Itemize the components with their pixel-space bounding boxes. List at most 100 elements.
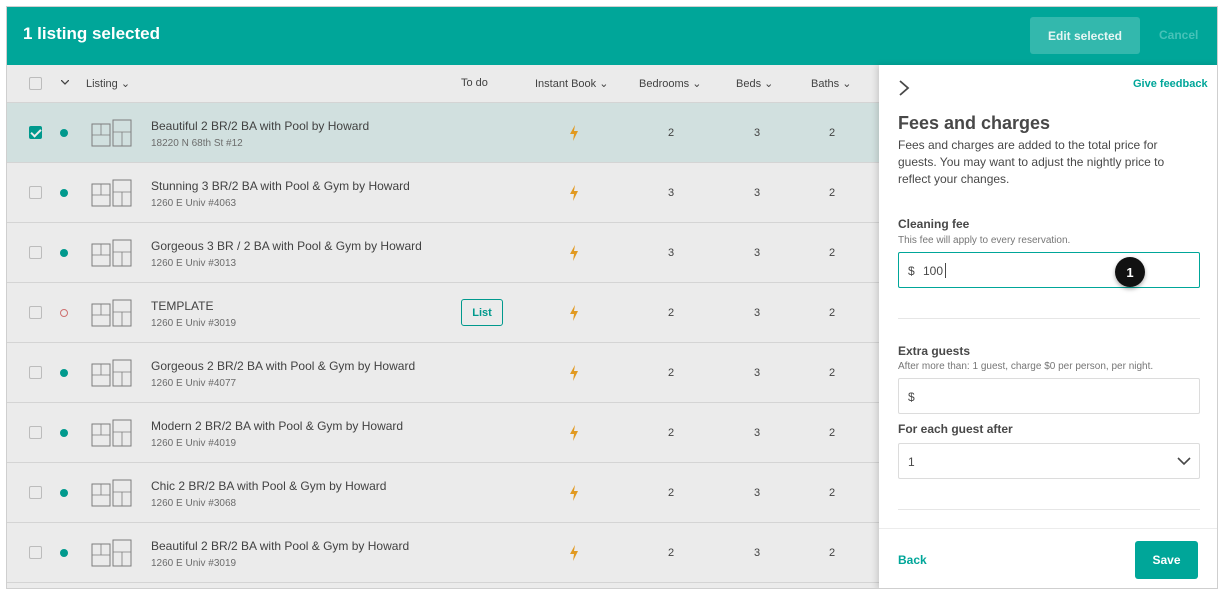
instant-book-bolt-icon: [570, 185, 578, 201]
table-row[interactable]: Beautiful 2 BR/2 BA with Pool by Howard 1…: [7, 103, 879, 163]
beds-value: 3: [753, 547, 761, 559]
listing-name[interactable]: Modern 2 BR/2 BA with Pool & Gym by Howa…: [151, 419, 403, 433]
select-all-checkbox[interactable]: [29, 77, 42, 90]
floorplan-thumbnail: [89, 178, 135, 210]
row-checkbox[interactable]: [29, 426, 42, 439]
floorplan-thumbnail: [89, 118, 135, 150]
panel-title: Fees and charges: [898, 113, 1051, 133]
baths-value: 2: [828, 547, 836, 559]
each-guest-after-label: For each guest after: [898, 422, 1013, 436]
cleaning-fee-input[interactable]: $ 100: [898, 252, 1200, 288]
back-button[interactable]: Back: [898, 553, 927, 567]
chevron-down-icon: [1177, 457, 1191, 466]
floorplan-thumbnail: [89, 538, 135, 570]
listing-name[interactable]: Beautiful 2 BR/2 BA with Pool & Gym by H…: [151, 539, 409, 553]
row-checkbox[interactable]: [29, 366, 42, 379]
row-checkbox[interactable]: [29, 546, 42, 559]
each-guest-after-select[interactable]: 1: [898, 443, 1200, 479]
floorplan-thumbnail: [89, 418, 135, 450]
baths-value: 2: [828, 127, 836, 139]
cleaning-fee-label: Cleaning fee: [898, 217, 970, 231]
table-row[interactable]: Chic 2 BR/2 BA with Pool & Gym by Howard…: [7, 463, 879, 523]
instant-book-bolt-icon: [570, 245, 578, 261]
listing-status-dot: [60, 429, 68, 437]
table-row[interactable]: Stunning 3 BR/2 BA with Pool & Gym by Ho…: [7, 163, 879, 223]
listing-name[interactable]: TEMPLATE: [151, 299, 213, 313]
table-header: Listing ⌄ To do Instant Book ⌄ Bedrooms …: [7, 65, 879, 103]
extra-guests-help: After more than: 1 guest, charge $0 per …: [898, 361, 1154, 372]
text-caret: [945, 263, 946, 278]
beds-value: 3: [753, 307, 761, 319]
table-row[interactable]: Gorgeous 2 BR/2 BA with Pool & Gym by Ho…: [7, 343, 879, 403]
edit-selected-button[interactable]: Edit selected: [1030, 17, 1140, 54]
baths-value: 2: [828, 307, 836, 319]
bedrooms-value: 2: [667, 127, 675, 139]
baths-value: 2: [828, 247, 836, 259]
floorplan-thumbnail: [89, 238, 135, 270]
bedrooms-value: 2: [667, 307, 675, 319]
instant-book-bolt-icon: [570, 365, 578, 381]
listing-name[interactable]: Chic 2 BR/2 BA with Pool & Gym by Howard: [151, 479, 386, 493]
chevron-down-icon[interactable]: [61, 80, 69, 86]
beds-value: 3: [753, 427, 761, 439]
selection-count-title: 1 listing selected: [23, 24, 160, 43]
beds-value: 3: [753, 187, 761, 199]
bedrooms-value: 3: [667, 187, 675, 199]
list-button[interactable]: List: [461, 299, 503, 326]
listing-name[interactable]: Gorgeous 3 BR / 2 BA with Pool & Gym by …: [151, 239, 422, 253]
table-row[interactable]: TEMPLATE 1260 E Univ #3019 List 2 3 2: [7, 283, 879, 343]
row-checkbox[interactable]: [29, 186, 42, 199]
listing-name[interactable]: Beautiful 2 BR/2 BA with Pool by Howard: [151, 119, 369, 133]
listing-status-dot: [60, 129, 68, 137]
instant-book-bolt-icon: [570, 485, 578, 501]
save-button[interactable]: Save: [1135, 541, 1198, 579]
listing-name[interactable]: Stunning 3 BR/2 BA with Pool & Gym by Ho…: [151, 179, 410, 193]
row-checkbox[interactable]: [29, 246, 42, 259]
row-checkbox[interactable]: [29, 126, 42, 139]
extra-guests-label: Extra guests: [898, 344, 971, 358]
beds-value: 3: [753, 487, 761, 499]
row-checkbox[interactable]: [29, 306, 42, 319]
floorplan-thumbnail: [89, 358, 135, 390]
table-row[interactable]: Modern 2 BR/2 BA with Pool & Gym by Howa…: [7, 403, 879, 463]
beds-value: 3: [753, 367, 761, 379]
divider: [898, 509, 1200, 510]
panel-footer: Back Save: [879, 528, 1217, 588]
listing-address: 1260 E Univ #3013: [151, 258, 237, 269]
bedrooms-value: 3: [667, 247, 675, 259]
column-beds[interactable]: Beds ⌄: [736, 77, 773, 90]
fees-side-panel: Give feedback Fees and charges Fees and …: [879, 65, 1217, 588]
table-row[interactable]: Beautiful 2 BR/2 BA with Pool & Gym by H…: [7, 523, 879, 583]
bedrooms-value: 2: [667, 547, 675, 559]
column-listing[interactable]: Listing ⌄: [86, 77, 130, 90]
listing-status-dot: [60, 549, 68, 557]
instant-book-bolt-icon: [570, 125, 578, 141]
cancel-button[interactable]: Cancel: [1159, 28, 1198, 42]
instant-book-bolt-icon: [570, 425, 578, 441]
beds-value: 3: [753, 247, 761, 259]
column-instant-book[interactable]: Instant Book ⌄: [535, 77, 608, 90]
row-checkbox[interactable]: [29, 486, 42, 499]
bedrooms-value: 2: [667, 427, 675, 439]
extra-guests-input[interactable]: $: [898, 378, 1200, 414]
listings-table: Listing ⌄ To do Instant Book ⌄ Bedrooms …: [7, 65, 879, 588]
listing-name[interactable]: Gorgeous 2 BR/2 BA with Pool & Gym by Ho…: [151, 359, 415, 373]
column-bedrooms[interactable]: Bedrooms ⌄: [639, 77, 701, 90]
listing-address: 1260 E Univ #4063: [151, 198, 237, 209]
listing-address: 1260 E Univ #3068: [151, 498, 237, 509]
listing-address: 18220 N 68th St #12: [151, 138, 243, 149]
give-feedback-link[interactable]: Give feedback: [1133, 78, 1208, 90]
cleaning-fee-help: This fee will apply to every reservation…: [898, 235, 1071, 246]
cleaning-fee-value: 100: [923, 264, 944, 278]
column-baths[interactable]: Baths ⌄: [811, 77, 851, 90]
table-row[interactable]: Gorgeous 3 BR / 2 BA with Pool & Gym by …: [7, 223, 879, 283]
baths-value: 2: [828, 427, 836, 439]
floorplan-thumbnail: [89, 478, 135, 510]
listing-address: 1260 E Univ #3019: [151, 318, 237, 329]
floorplan-thumbnail: [89, 298, 135, 330]
listing-status-dot: [60, 309, 68, 317]
beds-value: 3: [753, 127, 761, 139]
listing-status-dot: [60, 369, 68, 377]
close-panel-chevron-icon[interactable]: [897, 79, 911, 97]
listing-address: 1260 E Univ #4077: [151, 378, 237, 389]
